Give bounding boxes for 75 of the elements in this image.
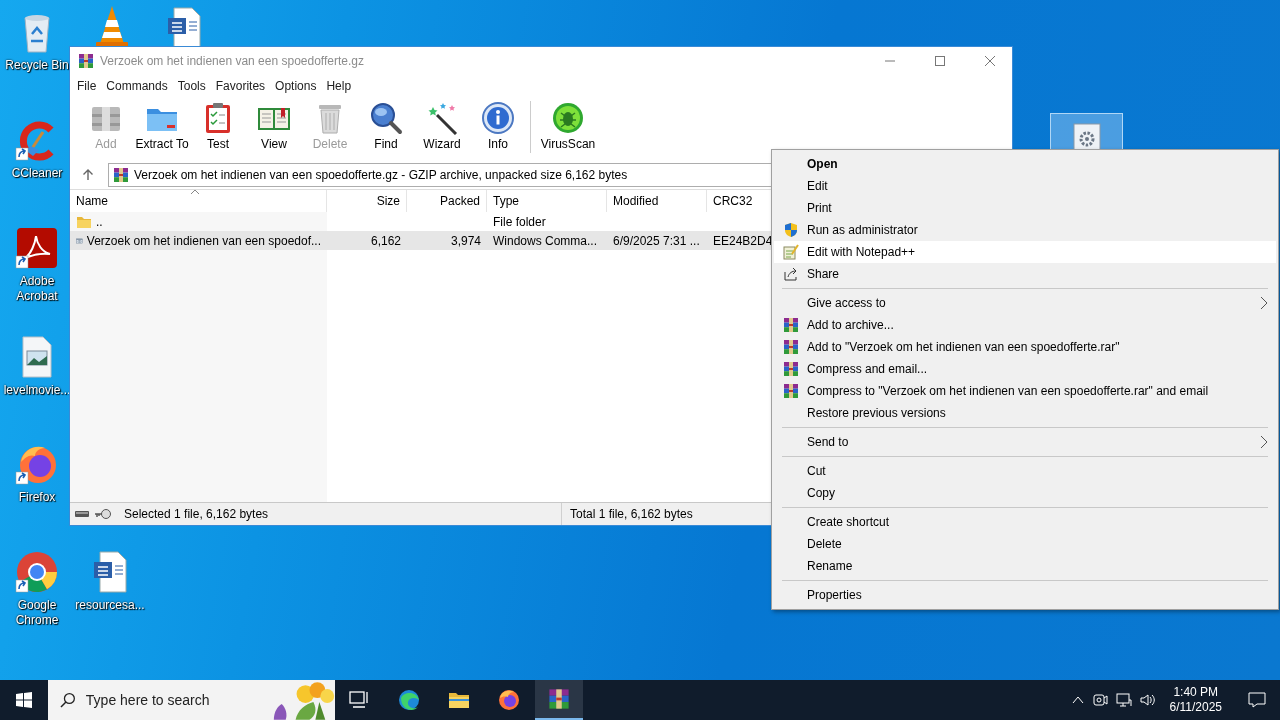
task-view-icon [348, 689, 370, 711]
context-menu-item[interactable]: Cut [774, 460, 1276, 482]
browser-icon [398, 689, 420, 711]
share-icon [783, 266, 799, 282]
context-menu-item[interactable]: Copy [774, 482, 1276, 504]
menu-item[interactable]: File [72, 79, 102, 93]
notepad-icon [783, 244, 799, 260]
toolbar-button[interactable]: Test [190, 101, 246, 151]
browser-icon [498, 689, 520, 711]
chevron-up-icon[interactable] [1071, 696, 1084, 704]
context-menu-item[interactable]: Properties [774, 584, 1276, 606]
bug-icon [551, 101, 585, 135]
table-cell: EE24B2D4 [713, 233, 773, 248]
archive-app-icon [548, 688, 570, 710]
table-cell: .. [96, 214, 103, 229]
context-menu-item[interactable]: Delete [774, 533, 1276, 555]
status-text: Selected 1 file, 6,162 bytes [123, 507, 269, 521]
context-menu-item[interactable]: Compress to "Verzoek om het indienen van een spoedofferte.rar" and email [774, 380, 1276, 402]
clock[interactable]: 1:40 PM 6/11/2025 [1163, 685, 1228, 715]
key-icon [94, 508, 112, 520]
table-cell: 6/9/2025 7:31 ... [613, 233, 700, 248]
start-icon[interactable] [16, 692, 32, 708]
archive-app-icon [78, 53, 94, 69]
menu-item[interactable]: Help [321, 79, 357, 93]
shield-icon [783, 222, 799, 238]
search-icon [369, 101, 403, 135]
maximize-icon[interactable] [934, 55, 946, 67]
context-menu-item[interactable]: Compress and email... [774, 358, 1276, 380]
archive-app-icon [783, 361, 799, 377]
menu-item[interactable]: Favorites [210, 79, 271, 93]
toolbar-button[interactable]: Find [358, 101, 414, 151]
drive-icon [74, 509, 90, 519]
context-menu-item[interactable]: Create shortcut [774, 511, 1276, 533]
context-menu-item[interactable]: Add to "Verzoek om het indienen van een spoedofferte.rar" [774, 336, 1276, 358]
archive-app-icon [783, 339, 799, 355]
archive-app-icon [113, 167, 129, 183]
document-app-icon[interactable] [15, 226, 59, 270]
context-menu-item[interactable]: Restore previous versions [774, 402, 1276, 424]
table-cell: Windows Comma... [493, 233, 598, 248]
close-icon[interactable] [984, 55, 996, 67]
toolbar-button[interactable]: Wizard [414, 101, 470, 151]
search-icon [60, 692, 76, 708]
window-title: Verzoek om het indienen van een spoedofferte.gz [100, 54, 365, 68]
toolbar-button[interactable]: View [246, 101, 302, 151]
up-arrow-icon[interactable] [82, 169, 94, 181]
table-cell: Verzoek om het indienen van een spoedof... [86, 233, 321, 248]
table-cell: 3,974 [450, 233, 481, 248]
table-cell: File folder [493, 214, 546, 229]
context-menu-item[interactable]: Rename [774, 555, 1276, 577]
context-menu-item[interactable]: Edit with Notepad++ [774, 241, 1276, 263]
chevron-right-icon [1260, 296, 1268, 310]
menu-item[interactable]: Tools [172, 79, 211, 93]
context-menu-item[interactable]: Add to archive... [774, 314, 1276, 336]
archive-app-icon [783, 317, 799, 333]
archive-app-icon [783, 383, 799, 399]
menu-item[interactable]: Commands [101, 79, 173, 93]
chevron-right-icon [1260, 435, 1268, 449]
status-text: Total 1 file, 6,162 bytes [569, 507, 693, 521]
toolbar-button[interactable]: VirusScan [535, 101, 601, 151]
search-field[interactable]: Type here to search [85, 692, 246, 708]
context-menu-item[interactable]: Give access to [774, 292, 1276, 314]
context-menu-item[interactable]: Share [774, 263, 1276, 285]
menu-item[interactable]: Options [270, 79, 322, 93]
context-menu-item[interactable]: Send to [774, 431, 1276, 453]
toolbar-button[interactable]: Extract To [134, 101, 190, 151]
network-icon[interactable] [1115, 692, 1132, 708]
device-icon[interactable] [1091, 692, 1108, 708]
notification-icon[interactable] [1248, 692, 1266, 708]
volume-icon[interactable] [1139, 692, 1156, 708]
taskbar-button[interactable] [535, 680, 583, 720]
table-cell: 6,162 [370, 233, 401, 248]
browser-icon[interactable] [15, 550, 59, 594]
context-menu-item[interactable]: Print [774, 197, 1276, 219]
toolbar-button[interactable]: Info [470, 101, 526, 151]
info-icon [481, 101, 515, 135]
